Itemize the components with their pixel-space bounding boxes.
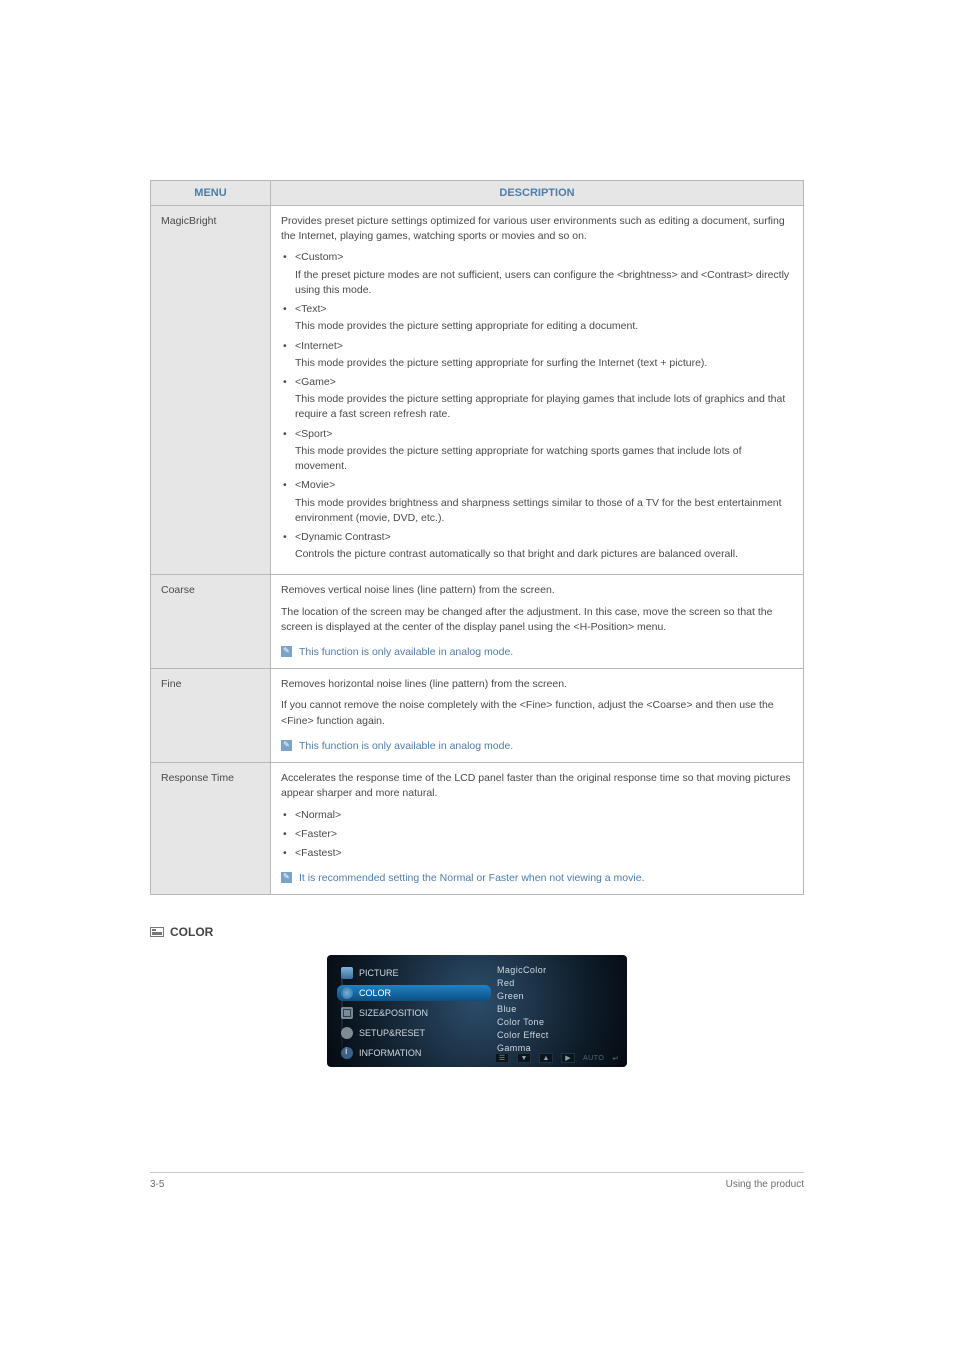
coarse-p1: Removes vertical noise lines (line patte… — [281, 583, 793, 598]
osd-left-menu: PICTURE COLOR SIZE&POSITION SETUP&RESET … — [337, 965, 491, 1061]
osd-panel: PICTURE COLOR SIZE&POSITION SETUP&RESET … — [327, 955, 627, 1067]
fine-note: This function is only available in analo… — [281, 739, 793, 754]
magicbright-intro: Provides preset picture settings optimiz… — [281, 214, 793, 244]
mb-item-label: <Movie> — [295, 478, 793, 493]
osd-up-icon: ▲ — [539, 1053, 553, 1063]
section-color-label: COLOR — [170, 925, 213, 939]
table-row: Fine Removes horizontal noise lines (lin… — [151, 669, 804, 763]
coarse-note-text: This function is only available in analo… — [299, 646, 513, 658]
response-item: <Normal> — [281, 808, 793, 823]
mb-item-label: <Sport> — [295, 427, 793, 442]
response-note: It is recommended setting the Normal or … — [281, 871, 793, 886]
osd-color-label: COLOR — [359, 988, 391, 998]
response-p1: Accelerates the response time of the LCD… — [281, 771, 793, 801]
fine-note-text: This function is only available in analo… — [299, 740, 513, 752]
response-item: <Faster> — [281, 827, 793, 842]
response-item: <Fastest> — [281, 846, 793, 861]
osd-right-item: Green — [497, 991, 617, 1001]
menu-response-time: Response Time — [151, 763, 271, 895]
section-color-heading: COLOR — [150, 925, 804, 939]
mb-item-label: <Dynamic Contrast> — [295, 530, 793, 545]
menu-magicbright: MagicBright — [151, 206, 271, 575]
footer-section-title: Using the product — [726, 1179, 804, 1190]
osd-right-item: Blue — [497, 1004, 617, 1014]
note-icon — [281, 646, 292, 657]
osd-right-item: Color Effect — [497, 1030, 617, 1040]
gear-icon — [341, 1027, 353, 1039]
mb-item-label: <Custom> — [295, 250, 793, 265]
osd-item-size: SIZE&POSITION — [337, 1005, 491, 1021]
table-row: Response Time Accelerates the response t… — [151, 763, 804, 895]
osd-right-icon: ▶ — [561, 1053, 575, 1063]
osd-item-picture: PICTURE — [337, 965, 491, 981]
header-menu: MENU — [151, 181, 271, 206]
section-icon — [150, 927, 164, 937]
size-icon — [341, 1007, 353, 1019]
magicbright-list: <Custom> If the preset picture modes are… — [281, 250, 793, 562]
osd-info-label: INFORMATION — [359, 1048, 421, 1058]
osd-auto-label: AUTO — [583, 1055, 604, 1062]
header-description: DESCRIPTION — [271, 181, 804, 206]
osd-return-icon: ↵ — [612, 1054, 619, 1063]
menu-fine: Fine — [151, 669, 271, 763]
desc-coarse: Removes vertical noise lines (line patte… — [271, 575, 804, 669]
page-footer: 3-5 Using the product — [150, 1172, 804, 1190]
desc-magicbright: Provides preset picture settings optimiz… — [271, 206, 804, 575]
response-list: <Normal> <Faster> <Fastest> — [281, 808, 793, 862]
table-row: Coarse Removes vertical noise lines (lin… — [151, 575, 804, 669]
osd-bottom-bar: ☰ ▼ ▲ ▶ AUTO ↵ — [495, 1053, 619, 1063]
desc-fine: Removes horizontal noise lines (line pat… — [271, 669, 804, 763]
mb-item-label: <Game> — [295, 375, 793, 390]
osd-down-icon: ▼ — [517, 1053, 531, 1063]
mb-item-desc: This mode provides the picture setting a… — [295, 444, 793, 474]
note-icon — [281, 872, 292, 883]
osd-right-menu: MagicColor Red Green Blue Color Tone Col… — [491, 965, 617, 1061]
menu-description-table: MENU DESCRIPTION MagicBright Provides pr… — [150, 180, 804, 895]
menu-coarse: Coarse — [151, 575, 271, 669]
mb-item-label: <Internet> — [295, 339, 793, 354]
fine-p2: If you cannot remove the noise completel… — [281, 698, 793, 728]
osd-right-item: Red — [497, 978, 617, 988]
mb-item-desc: This mode provides the picture setting a… — [295, 392, 793, 422]
response-note-text: It is recommended setting the Normal or … — [299, 872, 645, 884]
info-icon — [341, 1047, 353, 1059]
osd-size-label: SIZE&POSITION — [359, 1008, 428, 1018]
osd-item-setup: SETUP&RESET — [337, 1025, 491, 1041]
coarse-note: This function is only available in analo… — [281, 645, 793, 660]
mb-item-desc: Controls the picture contrast automatica… — [295, 547, 793, 562]
fine-p1: Removes horizontal noise lines (line pat… — [281, 677, 793, 692]
osd-picture-label: PICTURE — [359, 968, 399, 978]
mb-item-desc: If the preset picture modes are not suff… — [295, 268, 793, 298]
osd-item-info: INFORMATION — [337, 1045, 491, 1061]
table-row: MagicBright Provides preset picture sett… — [151, 206, 804, 575]
osd-item-color: COLOR — [337, 985, 491, 1001]
note-icon — [281, 740, 292, 751]
desc-response-time: Accelerates the response time of the LCD… — [271, 763, 804, 895]
osd-right-item: Color Tone — [497, 1017, 617, 1027]
osd-right-item: Gamma — [497, 1043, 617, 1053]
footer-page-number: 3-5 — [150, 1179, 164, 1190]
osd-right-item: MagicColor — [497, 965, 617, 975]
mb-item-desc: This mode provides brightness and sharpn… — [295, 496, 793, 526]
osd-setup-label: SETUP&RESET — [359, 1028, 425, 1038]
mb-item-desc: This mode provides the picture setting a… — [295, 319, 793, 334]
mb-item-label: <Text> — [295, 302, 793, 317]
mb-item-desc: This mode provides the picture setting a… — [295, 356, 793, 371]
osd-menu-icon: ☰ — [495, 1053, 509, 1063]
coarse-p2: The location of the screen may be change… — [281, 605, 793, 635]
